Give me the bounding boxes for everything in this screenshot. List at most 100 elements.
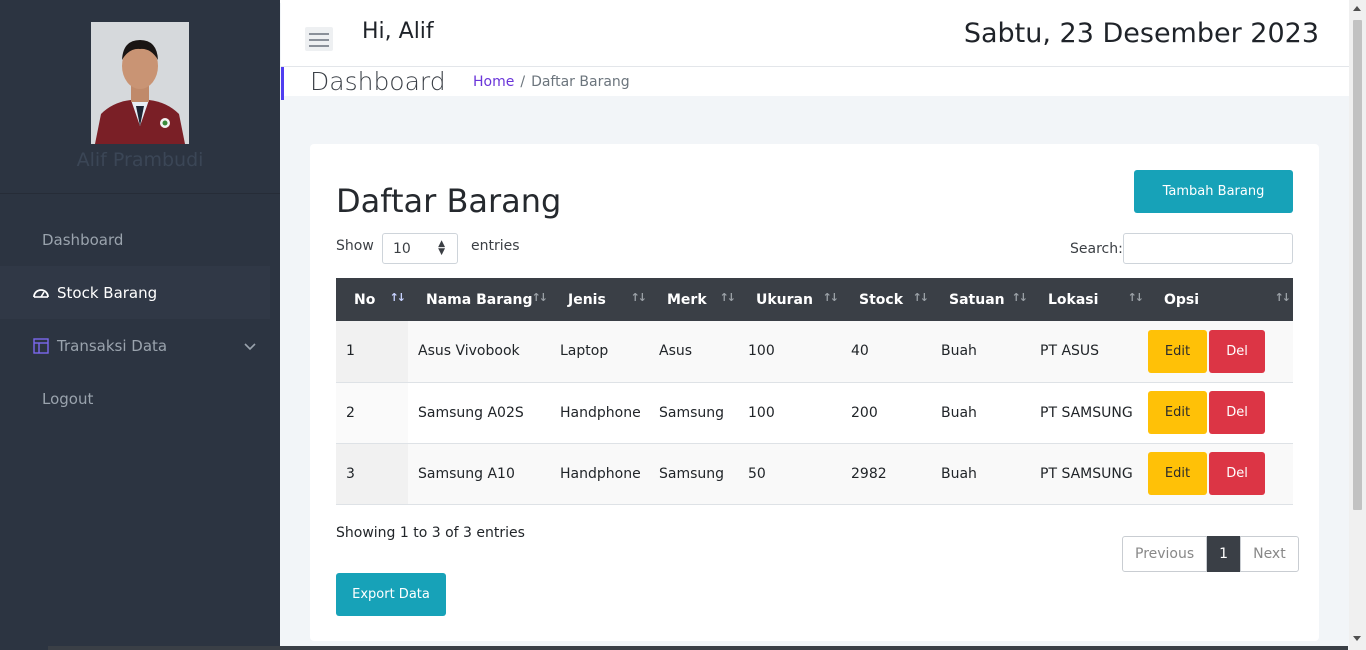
column-header-ukuran[interactable]: Ukuran ↑↓ <box>738 278 841 321</box>
cell-ukuran: 50 <box>748 465 766 482</box>
sort-icon: ↑↓ <box>1011 291 1029 304</box>
entries-select-value: 10 <box>393 241 411 257</box>
sidebar-nav: Dashboard Stock Barang Transaksi Data Lo… <box>0 213 280 425</box>
pagination: Previous 1 Next <box>1122 536 1299 572</box>
column-header-lokasi[interactable]: Lokasi ↑↓ <box>1030 278 1146 321</box>
next-page-button[interactable]: Next <box>1240 536 1299 572</box>
table-row: 2 Samsung A02S Handphone Samsung 100 200… <box>336 382 1293 443</box>
barang-table: No ↑↓ Nama Barang ↑↓ Jenis ↑↓ Merk ↑↓ Ukuran… <box>336 278 1293 505</box>
sort-icon: ↑↓ <box>630 291 648 304</box>
cell-ukuran: 100 <box>748 404 775 421</box>
sidebar-item-label: Dashboard <box>42 230 124 249</box>
delete-button[interactable]: Del <box>1209 391 1265 434</box>
column-header-stock[interactable]: Stock ↑↓ <box>841 278 931 321</box>
cell-ukuran: 100 <box>748 343 775 360</box>
previous-page-button[interactable]: Previous <box>1122 536 1208 572</box>
table-info: Showing 1 to 3 of 3 entries <box>336 525 525 541</box>
column-header-no[interactable]: No ↑↓ <box>336 278 408 321</box>
cell-jenis: Laptop <box>560 343 609 360</box>
breadcrumb: Home / Daftar Barang <box>473 74 630 90</box>
tambah-barang-button[interactable]: Tambah Barang <box>1134 170 1293 213</box>
edit-button[interactable]: Edit <box>1148 329 1207 373</box>
current-date: Sabtu, 23 Desember 2023 <box>963 18 1319 49</box>
sort-icon: ↑↓ <box>719 291 737 304</box>
taskbar-edge <box>48 646 1348 650</box>
search-label: Search: <box>1070 241 1123 257</box>
cell-no: 2 <box>336 382 408 443</box>
cell-satuan: Buah <box>941 465 977 482</box>
cell-no: 1 <box>336 321 408 382</box>
table-row: 3 Samsung A10 Handphone Samsung 50 2982 … <box>336 443 1293 504</box>
delete-button[interactable]: Del <box>1209 329 1265 373</box>
cell-no: 3 <box>336 443 408 504</box>
cell-lokasi: PT SAMSUNG <box>1040 404 1133 421</box>
edit-button[interactable]: Edit <box>1148 452 1207 495</box>
cell-merk: Asus <box>659 343 693 360</box>
cell-stock: 40 <box>851 343 869 360</box>
sidebar: Alif Prambudi Dashboard Stock Barang Tra… <box>0 0 280 650</box>
table-header-row: No ↑↓ Nama Barang ↑↓ Jenis ↑↓ Merk ↑↓ Ukuran… <box>336 278 1293 321</box>
sidebar-item-transaksi-data[interactable]: Transaksi Data <box>0 319 280 372</box>
cell-jenis: Handphone <box>560 465 641 482</box>
cell-nama-barang: Samsung A02S <box>418 404 524 421</box>
scroll-down-icon[interactable] <box>1353 636 1361 641</box>
sidebar-item-stock-barang[interactable]: Stock Barang <box>0 266 270 319</box>
sidebar-item-label: Logout <box>42 389 94 408</box>
sort-icon: ↑↓ <box>1127 291 1145 304</box>
profile-name: Alif Prambudi <box>76 149 204 171</box>
cell-satuan: Buah <box>941 404 977 421</box>
column-header-satuan[interactable]: Satuan ↑↓ <box>931 278 1030 321</box>
breadcrumb-home-link[interactable]: Home <box>473 74 514 90</box>
greeting: Hi, Alif <box>362 19 434 44</box>
sort-icon: ↑↓ <box>912 291 930 304</box>
breadcrumb-current: Daftar Barang <box>531 74 630 90</box>
scroll-thumb[interactable] <box>1353 20 1362 510</box>
vertical-scrollbar[interactable] <box>1349 0 1366 650</box>
scroll-up-icon[interactable] <box>1353 6 1361 11</box>
cell-stock: 200 <box>851 404 878 421</box>
profile-section: Alif Prambudi <box>0 0 280 194</box>
chevron-down-icon[interactable] <box>244 337 256 355</box>
cell-jenis: Handphone <box>560 404 641 421</box>
card-title: Daftar Barang <box>336 182 562 220</box>
select-arrows-icon: ▲ ▼ <box>438 239 445 257</box>
entries-select[interactable]: 10 ▲ ▼ <box>382 233 458 264</box>
column-header-merk[interactable]: Merk ↑↓ <box>649 278 738 321</box>
breadcrumb-accent <box>281 67 284 100</box>
cell-lokasi: PT SAMSUNG <box>1040 465 1133 482</box>
daftar-barang-card: Daftar Barang Tambah Barang Show 10 ▲ ▼ e… <box>310 144 1319 641</box>
search-input[interactable] <box>1123 233 1293 264</box>
cell-merk: Samsung <box>659 404 725 421</box>
hamburger-icon[interactable] <box>305 27 333 51</box>
column-header-opsi[interactable]: Opsi ↑↓ <box>1146 278 1293 321</box>
breadcrumb-separator: / <box>520 74 526 90</box>
sidebar-item-dashboard[interactable]: Dashboard <box>0 213 280 266</box>
column-header-nama-barang[interactable]: Nama Barang ↑↓ <box>408 278 550 321</box>
sidebar-item-logout[interactable]: Logout <box>0 372 280 425</box>
avatar <box>91 22 189 144</box>
cell-lokasi: PT ASUS <box>1040 343 1100 360</box>
cell-opsi: Edit Del <box>1146 321 1293 382</box>
sidebar-item-label: Transaksi Data <box>57 336 168 355</box>
cell-opsi: Edit Del <box>1146 443 1293 504</box>
breadcrumb-bar: Dashboard Home / Daftar Barang <box>281 67 1349 100</box>
delete-button[interactable]: Del <box>1209 452 1265 495</box>
table-icon <box>32 337 49 354</box>
sort-icon: ↑↓ <box>389 291 407 304</box>
edit-button[interactable]: Edit <box>1148 391 1207 434</box>
cell-opsi: Edit Del <box>1146 382 1293 443</box>
dashboard-gauge-icon <box>32 284 49 301</box>
cell-nama-barang: Samsung A10 <box>418 465 515 482</box>
sort-icon: ↑↓ <box>531 291 549 304</box>
page-1-button[interactable]: 1 <box>1207 536 1241 572</box>
entries-label: entries <box>471 238 520 254</box>
export-data-button[interactable]: Export Data <box>336 573 446 616</box>
sort-icon: ↑↓ <box>1274 291 1292 304</box>
cell-stock: 2982 <box>851 465 887 482</box>
table-row: 1 Asus Vivobook Laptop Asus 100 40 Buah … <box>336 321 1293 382</box>
column-header-jenis[interactable]: Jenis ↑↓ <box>550 278 649 321</box>
cell-satuan: Buah <box>941 343 977 360</box>
page-title: Dashboard <box>310 67 446 96</box>
sidebar-item-label: Stock Barang <box>57 283 158 302</box>
cell-merk: Samsung <box>659 465 725 482</box>
